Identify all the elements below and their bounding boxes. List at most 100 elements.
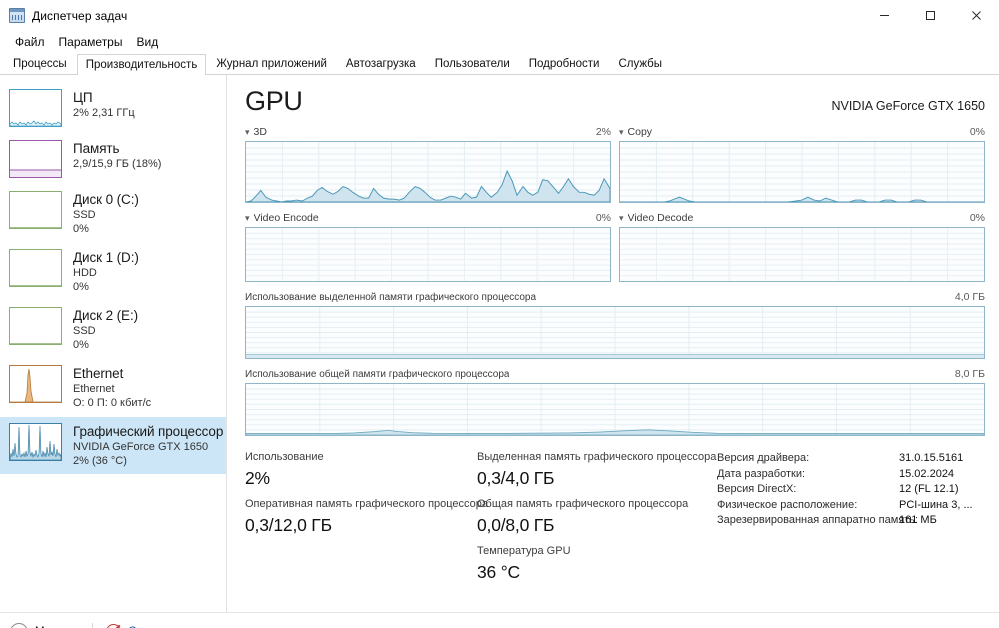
stat-utilization-value: 2% [245, 468, 270, 488]
minimize-button[interactable] [861, 0, 907, 31]
graph-dedicated-memory-plot [245, 306, 985, 359]
graph-row-engines-2: ▾ Video Encode 0% ▾ Video Decode 0% [245, 212, 985, 282]
sidebar-item-disk-2-title: Диск 2 (E:) [73, 308, 138, 323]
window-title: Диспетчер задач [32, 8, 128, 23]
info-row-driver-date: Дата разработки: 15.02.2024 [717, 467, 985, 483]
graph-row-shared-memory: Использование общей памяти графического … [245, 368, 985, 436]
resource-monitor-icon [106, 624, 122, 628]
graph-3d-plot [245, 141, 611, 203]
performance-sidebar: ЦП 2% 2,31 ГГц Память 2,9/15,9 ГБ (18%) [0, 75, 227, 612]
page-title: GPU [245, 86, 303, 116]
gpu-stats-column-1: Использование 2% Оперативная память граф… [245, 450, 488, 591]
stat-dedicated-memory-value: 0,3/4,0 ГБ [477, 468, 555, 488]
graph-3d-header: ▾ 3D 2% [245, 126, 611, 141]
info-row-driver-version: Версия драйвера: 31.0.15.5161 [717, 451, 985, 467]
chevron-up-circle-icon [10, 622, 28, 628]
graph-3d-value: 2% [595, 126, 611, 138]
tab-performance[interactable]: Производительность [76, 54, 207, 75]
sidebar-item-ethernet-sub2: О: 0 П: 0 кбит/с [73, 397, 152, 409]
sidebar-item-memory-text: Память 2,9/15,9 ГБ (18%) [73, 140, 161, 171]
graph-dedicated-memory-label: Использование выделенной памяти графичес… [245, 292, 537, 303]
fewer-details-button[interactable]: Меньше [10, 622, 79, 628]
info-value-physical-location: PCI-шина 3, ... [899, 498, 973, 511]
sidebar-item-ethernet-sub1: Ethernet [73, 383, 115, 395]
info-value-driver-version: 31.0.15.5161 [899, 452, 964, 464]
gpu-stats: Использование 2% Оперативная память граф… [245, 450, 985, 591]
graph-video-decode-header: ▾ Video Decode 0% [619, 212, 985, 227]
graph-video-decode-value: 0% [969, 212, 985, 224]
sidebar-item-disk-0-text: Диск 0 (C:) SSD 0% [73, 191, 139, 236]
chevron-down-icon[interactable]: ▾ [245, 214, 250, 223]
menu-item-view[interactable]: Вид [129, 33, 165, 51]
gpu-info-column: Версия драйвера: 31.0.15.5161 Дата разра… [717, 450, 985, 591]
graph-shared-memory: Использование общей памяти графического … [245, 368, 985, 436]
graph-copy-value: 0% [969, 126, 985, 138]
sidebar-item-disk-0-title: Диск 0 (C:) [73, 192, 139, 207]
tab-details[interactable]: Подробности [520, 53, 609, 74]
info-value-hardware-reserved-memory: 161 МБ [899, 514, 937, 526]
disk-0-sparkline-icon [9, 191, 62, 229]
graph-video-encode-value: 0% [595, 212, 611, 224]
graph-video-decode: ▾ Video Decode 0% [619, 212, 985, 282]
graph-3d: ▾ 3D 2% [245, 126, 611, 203]
sidebar-item-disk-0-sub1: SSD [73, 209, 96, 221]
gpu-stats-column-2: Выделенная память графического процессор… [477, 450, 717, 591]
graph-shared-memory-plot [245, 383, 985, 436]
sidebar-item-memory[interactable]: Память 2,9/15,9 ГБ (18%) [0, 134, 226, 184]
tab-processes[interactable]: Процессы [4, 53, 76, 74]
info-key-driver-version: Версия драйвера: [717, 452, 810, 464]
sidebar-item-gpu[interactable]: Графический процессор NVIDIA GeForce GTX… [0, 417, 226, 474]
graph-shared-memory-label: Использование общей памяти графического … [245, 369, 510, 380]
sidebar-item-gpu-text: Графический процессор NVIDIA GeForce GTX… [73, 423, 223, 468]
sidebar-item-cpu[interactable]: ЦП 2% 2,31 ГГц [0, 83, 226, 133]
task-manager-icon [9, 7, 25, 24]
tab-strip: Процессы Производительность Журнал прило… [0, 53, 999, 75]
graph-row-engines-1: ▾ 3D 2% ▾ Copy 0% [245, 126, 985, 203]
stat-dedicated-memory-label: Выделенная память графического процессор… [477, 451, 717, 463]
sidebar-item-gpu-sub1: NVIDIA GeForce GTX 1650 [73, 441, 209, 453]
tab-services[interactable]: Службы [609, 53, 671, 74]
disk-1-sparkline-icon [9, 249, 62, 287]
status-bar-divider [92, 623, 94, 628]
chevron-down-icon[interactable]: ▾ [619, 128, 624, 137]
sidebar-item-disk-1[interactable]: Диск 1 (D:) HDD 0% [0, 243, 226, 300]
maximize-button[interactable] [907, 0, 953, 31]
graph-shared-memory-value: 8,0 ГБ [954, 368, 985, 380]
graph-shared-memory-header: Использование общей памяти графического … [245, 368, 985, 383]
sidebar-item-disk-2[interactable]: Диск 2 (E:) SSD 0% [0, 301, 226, 358]
stat-shared-memory-value: 0,0/8,0 ГБ [477, 515, 555, 535]
menu-item-options[interactable]: Параметры [52, 33, 130, 51]
close-button[interactable] [953, 0, 999, 31]
disk-2-sparkline-icon [9, 307, 62, 345]
menu-item-file[interactable]: Файл [8, 33, 52, 51]
title-bar: Диспетчер задач [0, 0, 999, 31]
graph-dedicated-memory-value: 4,0 ГБ [954, 291, 985, 303]
tab-startup[interactable]: Автозагрузка [337, 53, 425, 74]
info-row-physical-location: Физическое расположение: PCI-шина 3, ... [717, 498, 985, 514]
tab-users[interactable]: Пользователи [426, 53, 519, 74]
gpu-model-label: NVIDIA GeForce GTX 1650 [831, 99, 985, 113]
graph-row-dedicated-memory: Использование выделенной памяти графичес… [245, 291, 985, 359]
cpu-sparkline-icon [9, 89, 62, 127]
graph-video-encode-label: Video Encode [253, 212, 319, 224]
sidebar-item-disk-2-sub2: 0% [73, 339, 89, 351]
graph-video-encode-plot [245, 227, 611, 282]
sidebar-item-disk-0[interactable]: Диск 0 (C:) SSD 0% [0, 185, 226, 242]
graph-video-decode-plot [619, 227, 985, 282]
memory-sparkline-icon [9, 140, 62, 178]
gpu-detail-panel: GPU NVIDIA GeForce GTX 1650 ▾ 3D 2% ▾ Co… [227, 75, 999, 612]
tab-app-history[interactable]: Журнал приложений [207, 53, 336, 74]
stat-gpu-temperature-label: Температура GPU [477, 545, 571, 557]
sidebar-item-gpu-sub2: 2% (36 °C) [73, 455, 127, 467]
sidebar-item-ethernet[interactable]: Ethernet Ethernet О: 0 П: 0 кбит/с [0, 359, 226, 416]
graph-3d-label: 3D [253, 126, 267, 138]
open-resource-monitor-button[interactable]: Открыть монитор ресурсов [106, 624, 274, 628]
content-area: ЦП 2% 2,31 ГГц Память 2,9/15,9 ГБ (18%) [0, 75, 999, 612]
window-controls [861, 0, 999, 31]
sidebar-item-memory-sub1: 2,9/15,9 ГБ (18%) [73, 158, 162, 170]
chevron-down-icon[interactable]: ▾ [245, 128, 250, 137]
stat-shared-memory-label: Общая память графического процессора [477, 498, 689, 510]
stat-utilization-label: Использование [245, 451, 324, 463]
chevron-down-icon[interactable]: ▾ [619, 214, 624, 223]
sidebar-item-memory-title: Память [73, 141, 120, 156]
